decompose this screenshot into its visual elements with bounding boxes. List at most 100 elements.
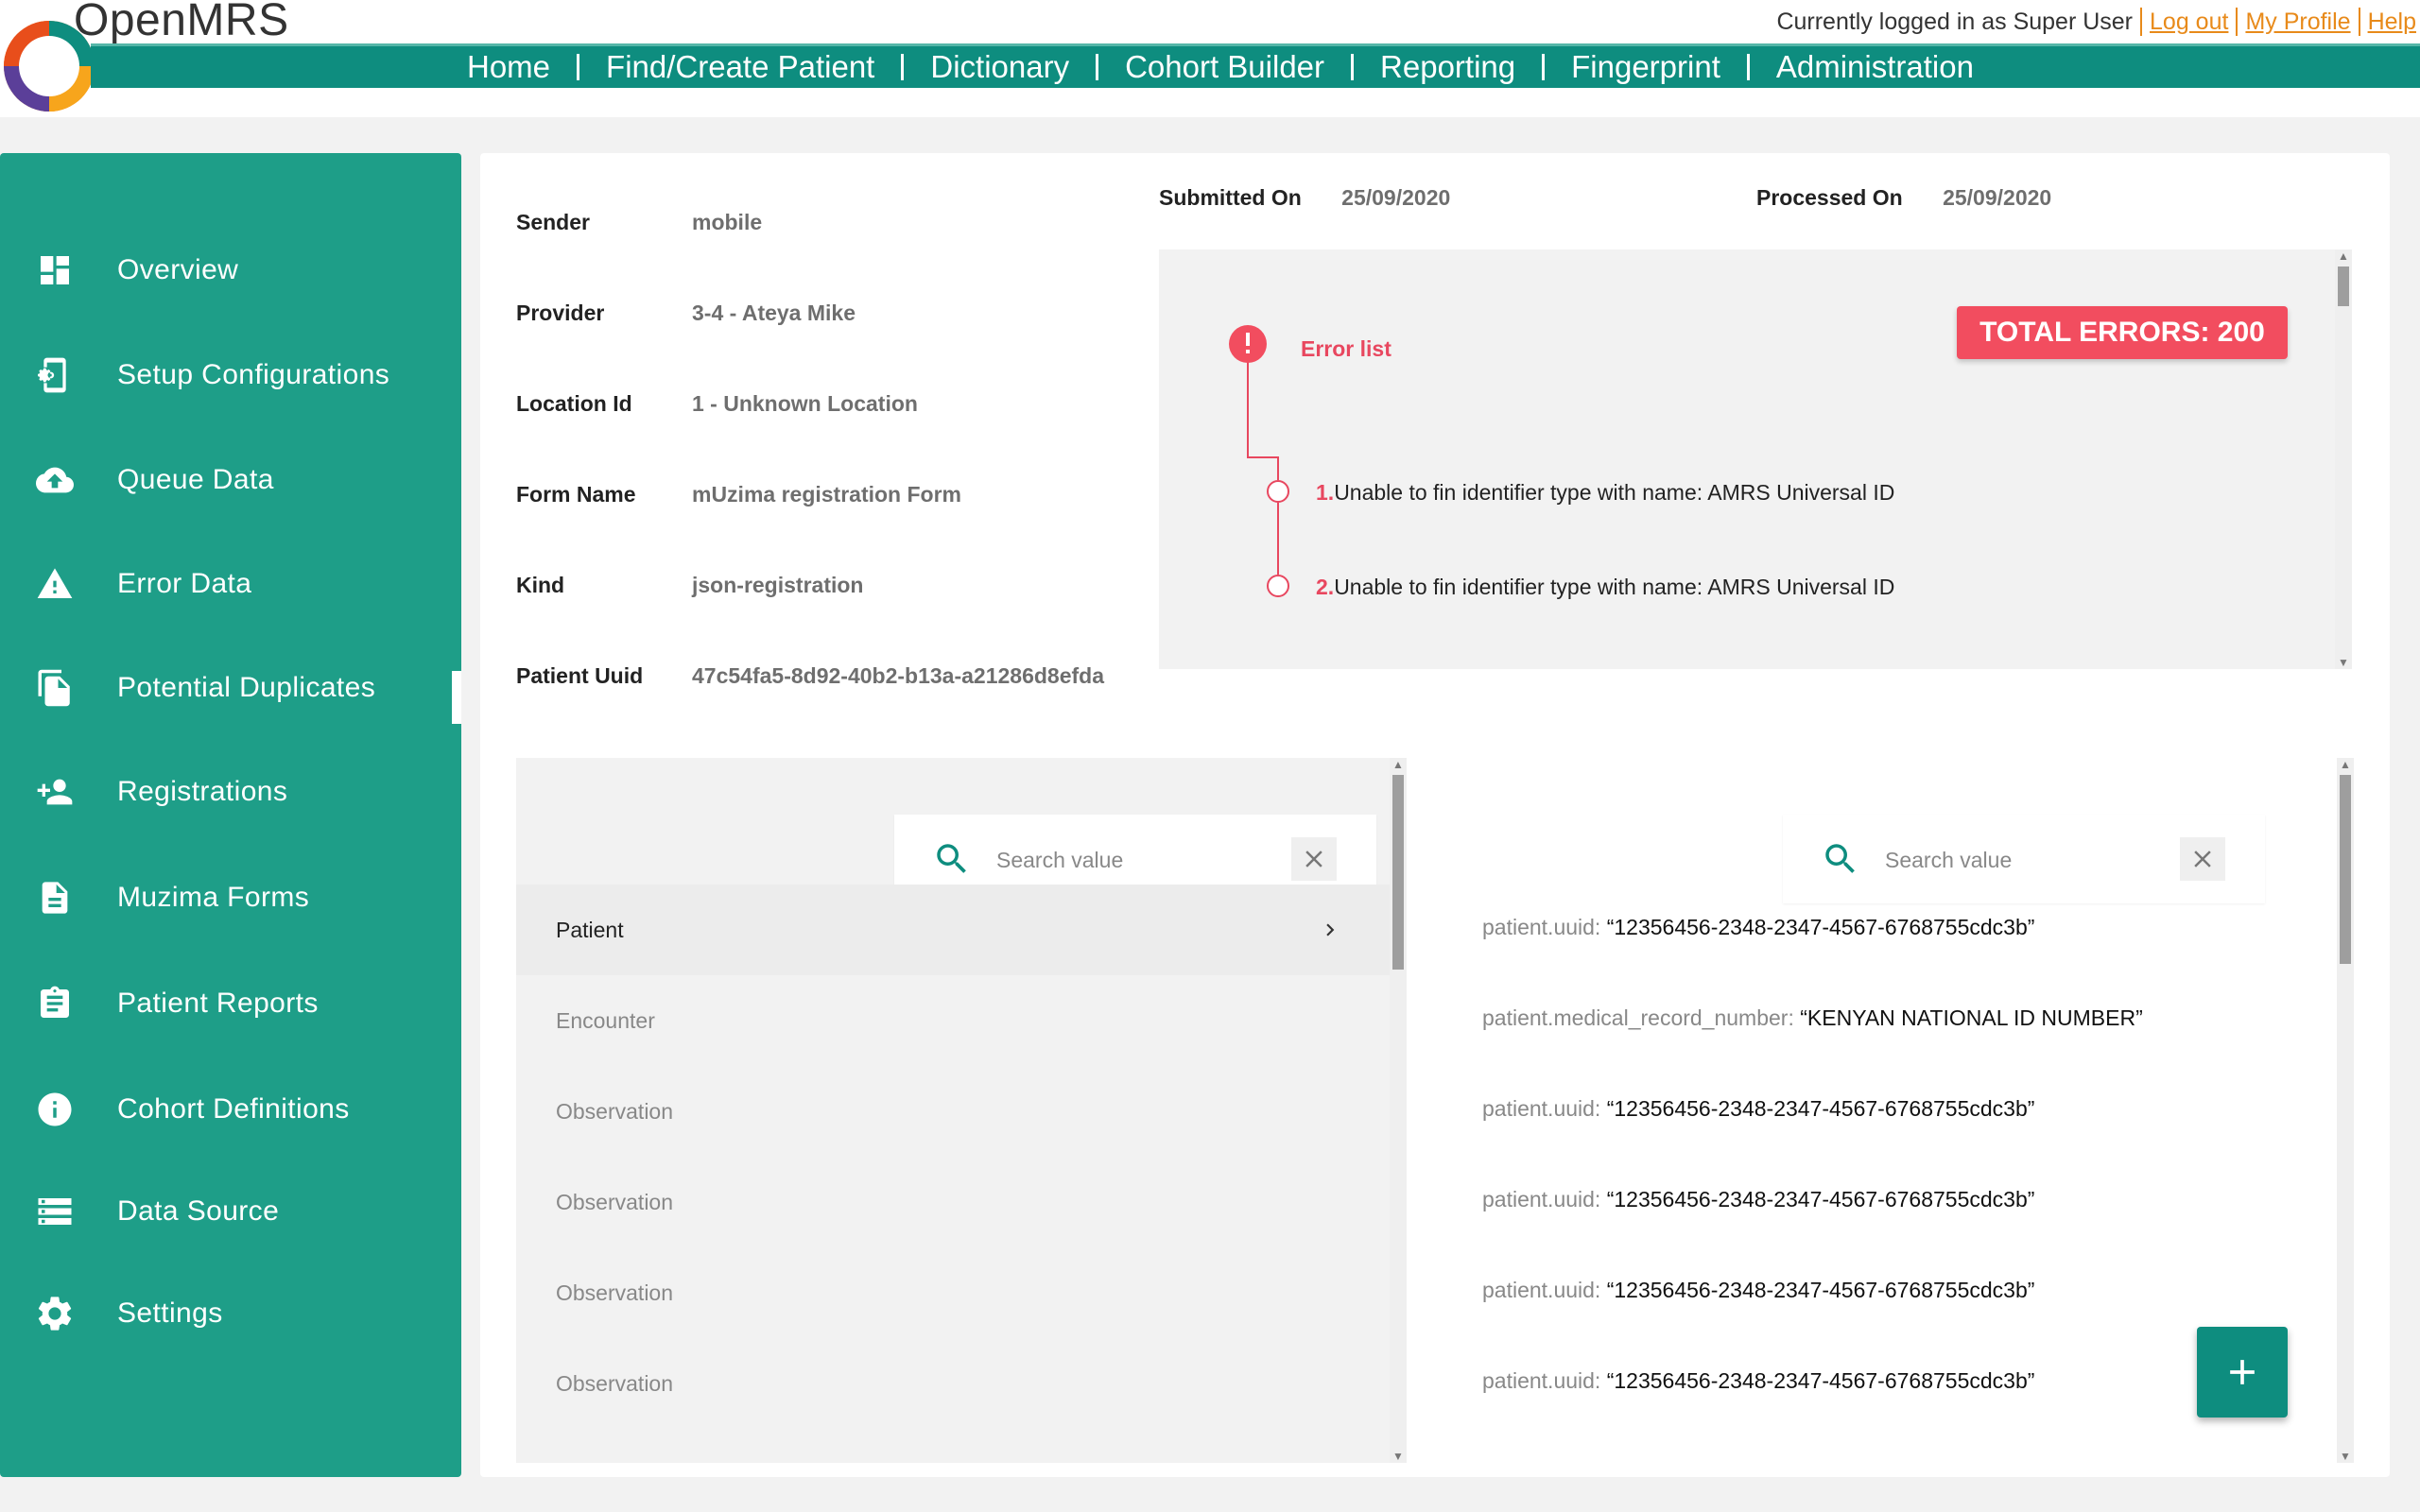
tree-item-label: Observation [556, 1098, 674, 1124]
sidebar-item-error-data[interactable]: Error Data [0, 546, 461, 622]
location-value: 1 - Unknown Location [692, 391, 918, 416]
tree-item-label: Observation [556, 1280, 674, 1305]
sidebar-item-muzima-forms[interactable]: Muzima Forms [0, 860, 461, 936]
properties-scrollbar[interactable]: ▲ ▼ [2337, 758, 2354, 1463]
scrollbar-thumb[interactable] [1392, 775, 1404, 970]
nav-divider [577, 54, 580, 80]
sidebar-item-settings[interactable]: Settings [0, 1276, 461, 1351]
property-value: “12356456-2348-2347-4567-6768755cdc3b” [1606, 1278, 2035, 1302]
nav-home[interactable]: Home [467, 49, 550, 85]
cloud-upload-icon [34, 459, 76, 501]
scrollbar-thumb[interactable] [2340, 775, 2351, 964]
form-name-label: Form Name [516, 482, 636, 507]
right-search-box [1783, 815, 2265, 903]
tree-scrollbar[interactable]: ▲ ▼ [1390, 758, 1407, 1463]
clipboard-icon [34, 983, 76, 1024]
tree-item-observation[interactable]: Observation [516, 1247, 1407, 1338]
sidebar-item-label: Registrations [117, 776, 288, 807]
nav-divider [1746, 54, 1750, 80]
property-value: “12356456-2348-2347-4567-6768755cdc3b” [1606, 1368, 2035, 1393]
clear-search-button[interactable] [2180, 837, 2225, 881]
property-key: patient.uuid: [1482, 1096, 1607, 1121]
sidebar-item-label: Potential Duplicates [117, 672, 376, 703]
scrollbar-thumb[interactable] [2338, 266, 2349, 306]
tree-item-encounter[interactable]: Encounter [516, 975, 1407, 1066]
right-search-input[interactable] [1883, 839, 2170, 881]
processed-on-value: 25/09/2020 [1943, 185, 2052, 210]
property-row: patient.uuid: “12356456-2348-2347-4567-6… [1482, 1278, 2034, 1303]
sidebar-item-overview[interactable]: Overview [0, 232, 461, 308]
submitted-on-value: 25/09/2020 [1341, 185, 1451, 210]
app-title: OpenMRS [74, 0, 289, 45]
sidebar-item-data-source[interactable]: Data Source [0, 1174, 461, 1249]
nav-fingerprint[interactable]: Fingerprint [1571, 49, 1720, 85]
main-nav: Home Find/Create Patient Dictionary Coho… [91, 43, 2420, 88]
property-row: patient.uuid: “12356456-2348-2347-4567-6… [1482, 1096, 2034, 1122]
nav-administration[interactable]: Administration [1776, 49, 1974, 85]
tree-item-label: Patient [556, 917, 624, 942]
plus-icon [2230, 1360, 2255, 1384]
patient-uuid-value: 47c54fa5-8d92-40b2-b13a-a21286d8efda [692, 663, 1104, 688]
tree-item-observation[interactable]: Observation [516, 1066, 1407, 1157]
sidebar-item-cohort-definitions[interactable]: Cohort Definitions [0, 1072, 461, 1147]
property-row: patient.medical_record_number: “KENYAN N… [1482, 1005, 2143, 1031]
sidebar-item-label: Queue Data [117, 464, 274, 495]
sidebar-item-potential-duplicates[interactable]: Potential Duplicates [0, 650, 461, 726]
sidebar-item-registrations[interactable]: Registrations [0, 754, 461, 830]
nav-divider [1542, 54, 1546, 80]
sidebar-item-label: Data Source [117, 1195, 280, 1227]
nav-find-create-patient[interactable]: Find/Create Patient [606, 49, 874, 85]
error-text: Unable to fin identifier type with name:… [1334, 480, 1895, 505]
active-item-indicator [452, 671, 461, 724]
search-icon [1825, 844, 1855, 873]
search-icon [937, 844, 966, 873]
nav-cohort-builder[interactable]: Cohort Builder [1125, 49, 1324, 85]
sidebar-item-label: Error Data [117, 568, 252, 599]
kind-value: json-registration [692, 573, 864, 597]
sidebar-item-patient-reports[interactable]: Patient Reports [0, 966, 461, 1041]
app-header: OpenMRS Currently logged in as Super Use… [0, 0, 2420, 117]
error-item: 2.Unable to fin identifier type with nam… [1316, 575, 1894, 600]
help-link[interactable]: Help [2368, 9, 2416, 36]
settings-phone-icon [34, 354, 76, 396]
error-item: 1.Unable to fin identifier type with nam… [1316, 480, 1894, 506]
nav-reporting[interactable]: Reporting [1380, 49, 1515, 85]
divider [2236, 8, 2238, 36]
sidebar-item-setup-configurations[interactable]: Setup Configurations [0, 337, 461, 413]
nav-divider [1351, 54, 1355, 80]
my-profile-link[interactable]: My Profile [2245, 9, 2350, 36]
property-row: patient.uuid: “12356456-2348-2347-4567-6… [1482, 915, 2034, 940]
sidebar-item-queue-data[interactable]: Queue Data [0, 442, 461, 518]
location-label: Location Id [516, 391, 632, 416]
tree-item-observation[interactable]: Observation [516, 1338, 1407, 1429]
clear-search-button[interactable] [1291, 837, 1337, 881]
property-row: patient.uuid: “12356456-2348-2347-4567-6… [1482, 1187, 2034, 1212]
error-number: 1. [1316, 480, 1335, 505]
info-icon [34, 1089, 76, 1130]
processed-on: Processed On 25/09/2020 [1756, 185, 2051, 211]
left-search-input[interactable] [994, 839, 1282, 881]
error-list-scrollbar[interactable]: ▲ ▼ [2335, 249, 2352, 669]
logout-link[interactable]: Log out [2150, 9, 2228, 36]
nav-divider [901, 54, 905, 80]
submitted-on-label: Submitted On [1159, 185, 1302, 210]
tree-item-observation[interactable]: Observation [516, 1157, 1407, 1247]
nav-dictionary[interactable]: Dictionary [930, 49, 1069, 85]
property-key: patient.uuid: [1482, 1187, 1607, 1211]
tree-item-patient[interactable]: Patient [516, 885, 1407, 975]
divider [2358, 8, 2360, 36]
warning-icon [34, 563, 76, 605]
property-value: “12356456-2348-2347-4567-6768755cdc3b” [1606, 1187, 2035, 1211]
property-row: patient.uuid: “12356456-2348-2347-4567-6… [1482, 1368, 2034, 1394]
user-bar: Currently logged in as Super User Log ou… [1776, 8, 2416, 36]
processed-on-label: Processed On [1756, 185, 1903, 210]
document-icon [34, 877, 76, 919]
property-value: “KENYAN NATIONAL ID NUMBER” [1800, 1005, 2143, 1030]
sidebar-item-label: Cohort Definitions [117, 1093, 350, 1125]
chevron-right-icon [1326, 923, 1335, 936]
add-button[interactable] [2197, 1327, 2288, 1418]
sidebar-item-label: Muzima Forms [117, 882, 310, 913]
property-value: “12356456-2348-2347-4567-6768755cdc3b” [1606, 1096, 2035, 1121]
error-list-box: Error list TOTAL ERRORS: 200 1.Unable to… [1159, 249, 2352, 669]
total-errors-badge: TOTAL ERRORS: 200 [1957, 306, 2288, 359]
